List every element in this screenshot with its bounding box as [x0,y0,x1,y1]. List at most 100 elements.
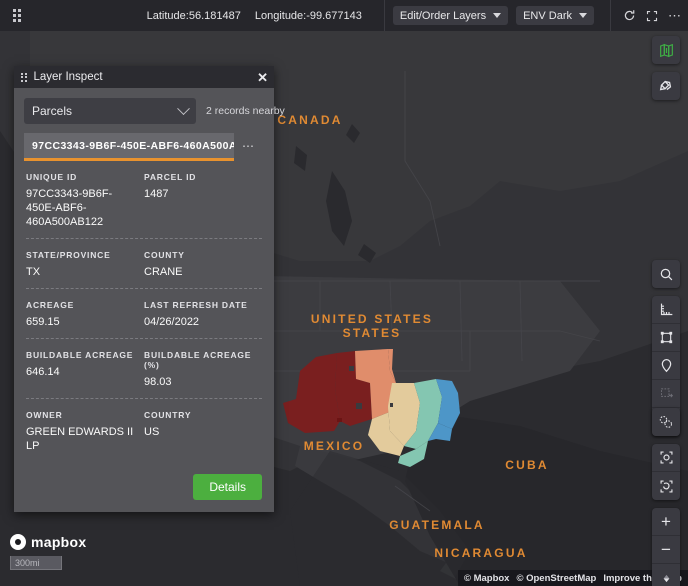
toolbar-divider [610,0,611,31]
latitude-readout: Latitude:56.181487 [146,9,241,22]
draw-polygon-icon[interactable] [652,324,680,352]
field-label: PARCEL ID [144,172,197,182]
map-tools-navigation: + − [652,408,680,586]
panel-footer: Details [14,468,274,512]
field-value: CRANE [144,266,183,278]
records-nearby-text: 2 records nearby [206,105,285,117]
fit-bounds-icon[interactable] [652,472,680,500]
map-tools-top [652,36,680,108]
center-target-icon[interactable] [652,444,680,472]
layer-select[interactable]: Parcels [24,98,196,124]
edit-order-layers-button[interactable]: Edit/Order Layers [392,6,509,25]
map-pin-icon[interactable] [652,352,680,380]
zoom-in-icon[interactable]: + [652,508,680,536]
tool-group-search [652,260,680,288]
edit-order-layers-label: Edit/Order Layers [399,9,487,22]
tool-group-zoom: + − [652,508,680,586]
lasso-select-icon[interactable] [652,408,680,436]
field-row: OWNER GREEN EDWARDS II LP COUNTRY US [26,399,262,462]
fullscreen-icon[interactable] [642,6,662,26]
toolbar-divider [383,0,385,31]
env-style-label: ENV Dark [523,9,572,22]
refresh-icon[interactable] [619,6,639,26]
field-value: US [144,426,160,438]
field-label: COUNTY [144,250,185,260]
map-label-cuba: CUBA [505,458,549,472]
field-row: STATE/PROVINCE TX COUNTY CRANE [26,239,262,289]
map-layers-icon[interactable] [652,36,680,64]
layer-inspect-header[interactable]: Layer Inspect ✕ [14,66,274,88]
chevron-down-icon [579,13,587,18]
attribution-osm[interactable]: © OpenStreetMap [516,573,596,584]
app-grid-icon[interactable] [0,0,34,31]
field-label: LAST REFRESH DATE [144,300,248,310]
field-county: COUNTY CRANE [144,250,262,279]
field-unique-id: UNIQUE ID 97CC3343-9B6F-450E-ABF6-460A50… [26,172,144,229]
more-options-icon[interactable]: ⋯ [665,6,685,26]
field-state-province: STATE/PROVINCE TX [26,250,144,279]
map-label-canada: CANADA [277,113,343,127]
layer-inspect-panel: Layer Inspect ✕ Parcels 2 records nearby… [14,66,285,512]
map-scale-bar: 300mi [10,556,62,570]
map-label-guatemala: GUATEMALA [389,518,485,532]
zoom-out-icon[interactable]: − [652,536,680,564]
record-fields: UNIQUE ID 97CC3343-9B6F-450E-ABF6-460A50… [14,161,274,468]
env-style-button[interactable]: ENV Dark [516,6,594,25]
record-tab-active[interactable]: 97CC3343-9B6F-450E-ABF6-460A500AB1 [24,133,234,161]
tool-group-select [652,408,680,436]
field-last-refresh-date: LAST REFRESH DATE 04/26/2022 [144,300,262,329]
mapbox-logo[interactable]: mapbox [10,534,86,550]
drag-handle-icon[interactable] [21,72,27,82]
field-label: STATE/PROVINCE [26,250,111,260]
field-buildable-acreage: BUILDABLE ACREAGE 646.14 [26,350,144,389]
tool-group-network [652,72,680,100]
field-row: BUILDABLE ACREAGE 646.14 BUILDABLE ACREA… [26,339,262,399]
field-country: COUNTRY US [144,410,262,453]
longitude-readout: Longitude:-99.677143 [254,9,362,22]
field-value: 659.15 [26,316,60,328]
field-label: BUILDABLE ACREAGE [26,350,134,360]
field-parcel-id: PARCEL ID 1487 [144,172,262,229]
field-value: 1487 [144,188,169,200]
tool-group-center [652,444,680,500]
search-icon[interactable] [652,260,680,288]
field-label: COUNTRY [144,410,192,420]
top-toolbar: Latitude:56.181487 Longitude:-99.677143 … [0,0,688,31]
mapbox-wordmark: mapbox [31,534,87,550]
map-label-united-states-line2: STATES [342,326,402,340]
field-acreage: ACREAGE 659.15 [26,300,144,329]
field-value: 97CC3343-9B6F-450E-ABF6-460A500AB122 [26,188,113,228]
layer-select-row: Parcels 2 records nearby [14,88,285,124]
field-owner: OWNER GREEN EDWARDS II LP [26,410,144,453]
field-label: ACREAGE [26,300,75,310]
record-tabs: 97CC3343-9B6F-450E-ABF6-460A500AB1 ⋯ [24,133,264,161]
details-button[interactable]: Details [193,474,262,500]
field-row: UNIQUE ID 97CC3343-9B6F-450E-ABF6-460A50… [26,161,262,239]
field-label: BUILDABLE ACREAGE (%) [144,350,252,370]
map-scale-label: 300mi [15,557,40,568]
chevron-down-icon [493,13,502,18]
record-tab-more-icon[interactable]: ⋯ [234,133,261,161]
field-value: GREEN EDWARDS II LP [26,426,134,452]
mapbox-mark-icon [10,534,26,550]
attribution-mapbox[interactable]: © Mapbox [464,573,510,584]
field-label: UNIQUE ID [26,172,78,182]
ruler-icon[interactable] [652,296,680,324]
map-label-united-states: UNITED STATES STATES [311,312,433,340]
close-icon[interactable]: ✕ [257,71,268,84]
move-polygon-icon [652,380,680,408]
compass-icon[interactable] [652,564,680,586]
field-label: OWNER [26,410,63,420]
field-value: 98.03 [144,376,172,388]
map-application: Latitude:56.181487 Longitude:-99.677143 … [0,0,688,586]
field-value: TX [26,266,41,278]
map-label-nicaragua: NICARAGUA [434,546,528,560]
map-label-mexico: MEXICO [303,439,365,453]
field-value: 646.14 [26,366,60,378]
map-label-united-states-line1: UNITED STATES [310,312,434,326]
field-row: ACREAGE 659.15 LAST REFRESH DATE 04/26/2… [26,289,262,339]
chevron-down-icon [177,101,190,115]
network-nodes-icon[interactable] [652,72,680,100]
field-buildable-acreage-pct: BUILDABLE ACREAGE (%) 98.03 [144,350,262,389]
tool-group-layers [652,36,680,64]
